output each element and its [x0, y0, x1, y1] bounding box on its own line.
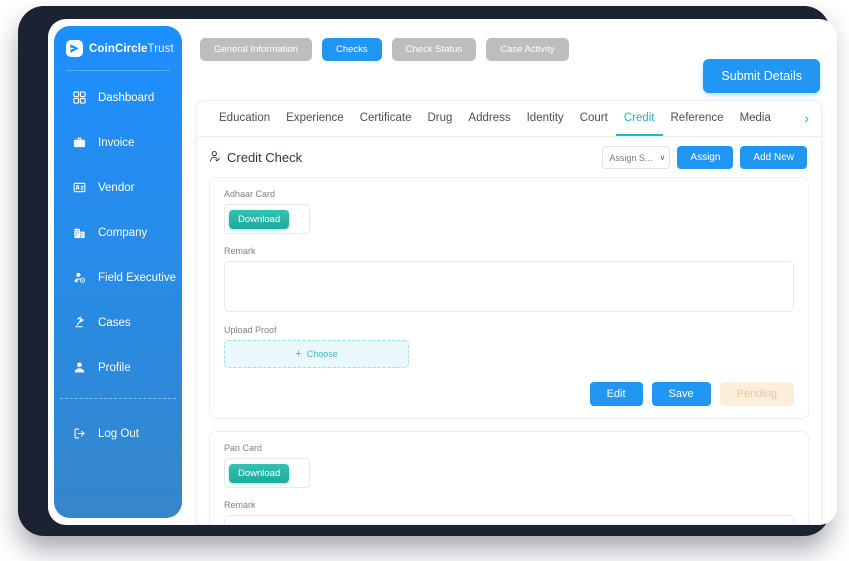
assign-button[interactable]: Assign	[677, 146, 734, 169]
sidebar-divider	[60, 398, 176, 399]
user-gear-icon	[72, 270, 87, 285]
device-frame: CoinCircleTrust Dashboard Invoice Vendor…	[18, 6, 837, 536]
sidebar-item-profile[interactable]: Profile	[54, 353, 182, 382]
remark-label: Remark	[224, 246, 256, 256]
sidebar-item-vendor[interactable]: Vendor	[54, 173, 182, 202]
tab-identity[interactable]: Identity	[519, 101, 572, 136]
sidebar-item-label: Dashboard	[98, 91, 155, 104]
tab-reference[interactable]: Reference	[663, 101, 732, 136]
download-button[interactable]: Download	[229, 464, 290, 483]
top-tab-group: General Information Checks Check Status …	[200, 38, 569, 61]
brand-name-light: Trust	[147, 42, 174, 55]
remark-input[interactable]	[224, 261, 794, 312]
sidebar-item-field-executive[interactable]: Field Executive	[54, 263, 182, 292]
checks-list[interactable]: Adhaar Card Download Remark Upload Proof…	[197, 177, 821, 524]
header-actions: Assign S... ∨ Assign Add New	[602, 146, 807, 169]
upload-proof-label: Upload Proof	[224, 325, 277, 335]
download-field: Download	[224, 458, 311, 488]
tab-experience[interactable]: Experience	[278, 101, 352, 136]
tab-case-activity[interactable]: Case Activity	[486, 38, 569, 61]
sidebar-item-label: Field Executive	[98, 271, 176, 284]
assign-select[interactable]: Assign S... ∨	[602, 146, 671, 169]
sidebar-item-cases[interactable]: Cases	[54, 308, 182, 337]
card-action-row: Edit Save Pending	[224, 382, 794, 406]
check-item-card: Pan Card Download Remark Upload Proof + …	[209, 431, 809, 524]
edit-button[interactable]: Edit	[589, 382, 643, 406]
status-badge: Pending	[719, 382, 794, 406]
page-title: Credit Check	[209, 150, 302, 166]
add-new-button[interactable]: Add New	[740, 146, 807, 169]
tab-general-information[interactable]: General Information	[200, 38, 312, 61]
sidebar-item-label: Cases	[98, 316, 131, 329]
choose-file-dropzone[interactable]: + Choose	[224, 340, 409, 368]
save-button[interactable]: Save	[651, 382, 711, 406]
sidebar-item-label: Invoice	[98, 136, 135, 149]
building-icon	[72, 225, 87, 240]
tab-court[interactable]: Court	[572, 101, 616, 136]
brand-divider	[66, 70, 170, 71]
tab-check-status[interactable]: Check Status	[391, 38, 477, 61]
sidebar-item-company[interactable]: Company	[54, 218, 182, 247]
app-screen: CoinCircleTrust Dashboard Invoice Vendor…	[48, 19, 837, 525]
tab-checks[interactable]: Checks	[321, 38, 382, 61]
download-button[interactable]: Download	[229, 210, 290, 229]
tab-drug[interactable]: Drug	[419, 101, 460, 136]
check-item-card: Adhaar Card Download Remark Upload Proof…	[209, 177, 809, 419]
sidebar-item-invoice[interactable]: Invoice	[54, 128, 182, 157]
checks-panel: Education Experience Certificate Drug Ad…	[196, 100, 822, 525]
page-title-text: Credit Check	[227, 150, 303, 165]
tab-credit[interactable]: Credit	[615, 101, 663, 136]
logout-icon	[72, 426, 87, 441]
play-arrow-logo-icon	[66, 40, 83, 57]
remark-input[interactable]	[224, 515, 794, 524]
assign-select-value: Assign S...	[609, 152, 653, 163]
document-label: Adhaar Card	[224, 189, 276, 199]
sidebar-item-label: Profile	[98, 361, 131, 374]
sidebar-item-label: Vendor	[98, 181, 135, 194]
tab-media[interactable]: Media	[732, 101, 779, 136]
plus-icon: +	[295, 347, 302, 360]
sidebar: CoinCircleTrust Dashboard Invoice Vendor…	[54, 26, 182, 518]
sidebar-item-dashboard[interactable]: Dashboard	[54, 83, 182, 112]
brand-name-bold: CoinCircle	[89, 42, 148, 55]
submit-details-button[interactable]: Submit Details	[703, 59, 820, 93]
sidebar-nav: Dashboard Invoice Vendor Company Field E…	[54, 83, 182, 448]
tab-address[interactable]: Address	[460, 101, 518, 136]
briefcase-icon	[72, 135, 87, 150]
chevron-down-icon: ∨	[659, 153, 666, 162]
id-card-icon	[72, 180, 87, 195]
tab-certificate[interactable]: Certificate	[352, 101, 420, 136]
download-field: Download	[224, 204, 311, 234]
chevron-right-icon[interactable]: ›	[796, 101, 817, 136]
sidebar-item-label: Log Out	[98, 427, 139, 440]
user-icon	[72, 360, 87, 375]
user-check-icon	[209, 150, 222, 166]
tab-education[interactable]: Education	[211, 101, 278, 136]
credit-check-header: Credit Check Assign S... ∨ Assign Add Ne…	[197, 137, 821, 177]
sidebar-item-label: Company	[98, 226, 148, 239]
grid-icon	[72, 90, 87, 105]
brand-logo[interactable]: CoinCircleTrust	[54, 26, 182, 57]
check-type-tabbar: Education Experience Certificate Drug Ad…	[197, 101, 821, 137]
document-label: Pan Card	[224, 443, 263, 453]
sidebar-item-logout[interactable]: Log Out	[54, 419, 182, 448]
remark-label: Remark	[224, 500, 256, 510]
gavel-icon	[72, 315, 87, 330]
choose-label: Choose	[306, 349, 338, 359]
